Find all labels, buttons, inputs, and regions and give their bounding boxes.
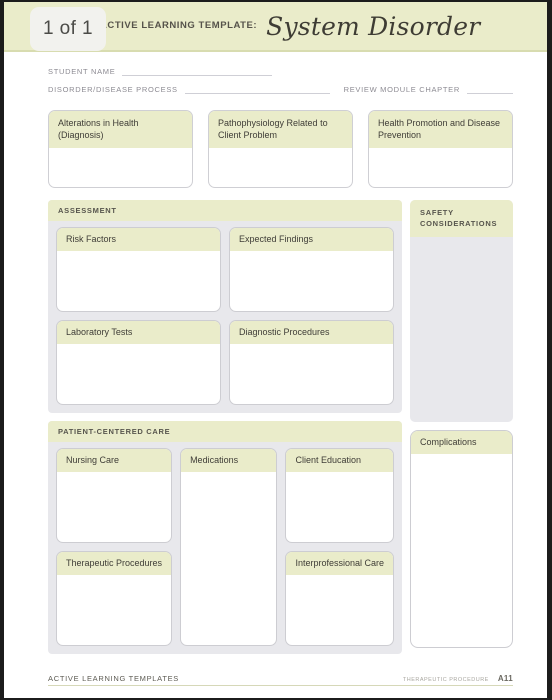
box-pathophysiology[interactable]: Pathophysiology Related to Client Proble…	[208, 110, 353, 188]
box-diagnostic-procedures[interactable]: Diagnostic Procedures	[229, 320, 394, 405]
section-patient-centered-care-body: Nursing Care Therapeutic Procedures Medi…	[48, 442, 402, 646]
box-header-label: Laboratory Tests	[57, 321, 220, 344]
header-band: ACTIVE LEARNING TEMPLATE: System Disorde…	[4, 2, 547, 52]
student-name-input[interactable]	[122, 66, 273, 76]
box-medications[interactable]: Medications	[180, 448, 278, 646]
pcc-column-one: Nursing Care Therapeutic Procedures	[56, 448, 173, 646]
page-title: System Disorder	[266, 11, 481, 41]
box-header-label: Pathophysiology Related to Client Proble…	[209, 111, 352, 148]
footer-template-type: THERAPEUTIC PROCEDURE	[402, 677, 489, 683]
safety-label-line-1: SAFETY	[420, 208, 454, 217]
safety-considerations-label: SAFETY CONSIDERATIONS	[410, 200, 513, 237]
review-chapter-input[interactable]	[467, 84, 513, 94]
assessment-column-left: Risk Factors Laboratory Tests	[56, 227, 221, 405]
box-header-label: Interprofessional Care	[286, 552, 393, 575]
box-header-label: Complications	[411, 431, 512, 454]
panel-safety-considerations[interactable]: SAFETY CONSIDERATIONS	[410, 200, 513, 422]
box-header-label: Alterations in Health (Diagnosis)	[49, 111, 192, 148]
pcc-column-two: Medications	[180, 448, 278, 646]
box-header-label: Risk Factors	[57, 228, 220, 251]
box-risk-factors[interactable]: Risk Factors	[56, 227, 221, 312]
review-chapter-label: REVIEW MODULE CHAPTER	[343, 85, 460, 94]
box-health-promotion[interactable]: Health Promotion and Disease Prevention	[368, 110, 513, 188]
box-nursing-care[interactable]: Nursing Care	[56, 448, 173, 543]
disorder-input[interactable]	[184, 84, 330, 94]
box-header-label: Client Education	[286, 449, 393, 472]
box-therapeutic-procedures[interactable]: Therapeutic Procedures	[56, 551, 173, 646]
box-alterations-in-health[interactable]: Alterations in Health (Diagnosis)	[48, 110, 193, 188]
box-header-label: Medications	[181, 449, 277, 472]
student-name-label: STUDENT NAME	[48, 67, 116, 76]
box-laboratory-tests[interactable]: Laboratory Tests	[56, 320, 221, 405]
section-assessment-body: Risk Factors Laboratory Tests Expected F…	[48, 221, 402, 405]
disorder-label: DISORDER/DISEASE PROCESS	[48, 85, 178, 94]
header-kicker: ACTIVE LEARNING TEMPLATE:	[100, 20, 258, 31]
box-header-label: Nursing Care	[57, 449, 172, 472]
top-boxes-row: Alterations in Health (Diagnosis) Pathop…	[4, 102, 547, 188]
main-left-column: ASSESSMENT Risk Factors Laboratory Tests	[48, 200, 402, 654]
meta-block: STUDENT NAME DISORDER/DISEASE PROCESS RE…	[4, 52, 547, 94]
box-expected-findings[interactable]: Expected Findings	[229, 227, 394, 312]
section-patient-centered-care: PATIENT-CENTERED CARE Nursing Care Thera…	[48, 421, 402, 654]
template-page: ACTIVE LEARNING TEMPLATE: System Disorde…	[0, 0, 552, 700]
page-count-badge: 1 of 1	[30, 7, 106, 51]
assessment-column-right: Expected Findings Diagnostic Procedures	[229, 227, 394, 405]
box-header-label: Expected Findings	[230, 228, 393, 251]
box-complications[interactable]: Complications	[410, 430, 513, 648]
box-client-education[interactable]: Client Education	[285, 448, 394, 543]
section-patient-centered-care-label: PATIENT-CENTERED CARE	[48, 421, 402, 442]
main-right-column: SAFETY CONSIDERATIONS Complications	[410, 200, 513, 648]
footer-code: A11	[497, 674, 513, 683]
disorder-row: DISORDER/DISEASE PROCESS REVIEW MODULE C…	[48, 84, 513, 94]
main-content: ASSESSMENT Risk Factors Laboratory Tests	[4, 188, 547, 654]
box-header-label: Therapeutic Procedures	[57, 552, 172, 575]
student-name-row: STUDENT NAME	[48, 66, 513, 76]
section-assessment-label: ASSESSMENT	[48, 200, 402, 221]
box-header-label: Health Promotion and Disease Prevention	[369, 111, 512, 148]
footer: ACTIVE LEARNING TEMPLATES THERAPEUTIC PR…	[48, 674, 513, 686]
safety-label-line-2: CONSIDERATIONS	[420, 219, 498, 228]
section-assessment: ASSESSMENT Risk Factors Laboratory Tests	[48, 200, 402, 413]
pcc-column-three: Client Education Interprofessional Care	[285, 448, 394, 646]
footer-brand: ACTIVE LEARNING TEMPLATES	[48, 674, 179, 683]
box-interprofessional-care[interactable]: Interprofessional Care	[285, 551, 394, 646]
box-header-label: Diagnostic Procedures	[230, 321, 393, 344]
